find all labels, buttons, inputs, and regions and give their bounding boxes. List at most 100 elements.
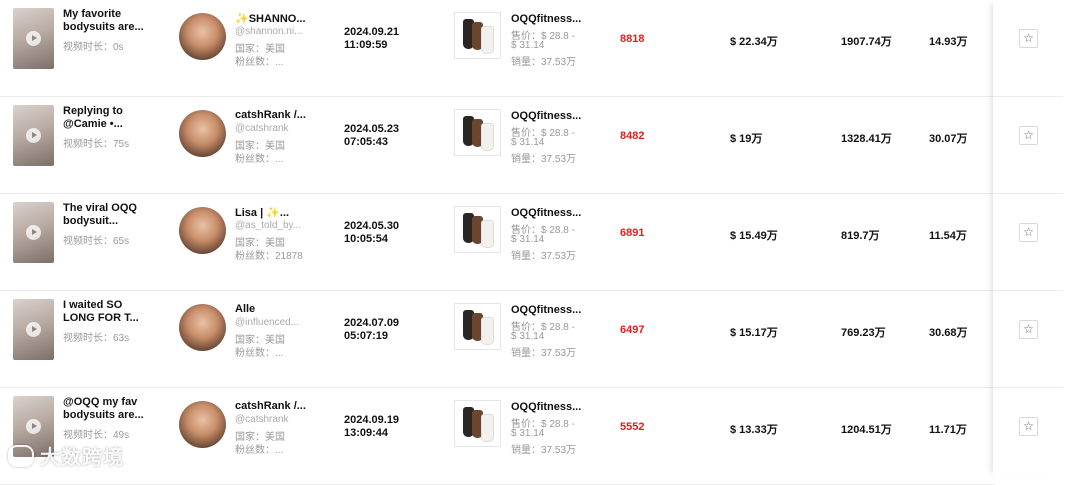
avatar[interactable] (179, 110, 226, 157)
metric-last: 11.71万 (929, 424, 967, 436)
video-thumbnail[interactable] (13, 202, 54, 263)
video-title[interactable]: My favorite bodysuits are... (63, 8, 153, 34)
metric-last: 11.54万 (929, 230, 967, 242)
creator-fans: 粉丝数：... (235, 154, 284, 165)
creator-fans: 粉丝数：... (235, 57, 284, 68)
product-sales: 销量：37.53万 (511, 251, 577, 262)
favorite-star-icon[interactable]: ☆ (1019, 126, 1038, 145)
favorite-star-icon[interactable]: ☆ (1019, 223, 1038, 242)
product-name[interactable]: OQQfitness... (511, 207, 581, 219)
product-sales: 销量：37.53万 (511, 348, 577, 359)
video-duration: 视频时长：0s (63, 42, 124, 53)
table-row[interactable]: My favorite bodysuits are... 视频时长：0s ✨SH… (0, 0, 995, 97)
video-title[interactable]: The viral OQQ bodysuit... (63, 202, 153, 228)
creator-name[interactable]: Alle (235, 303, 315, 315)
metric-views: 1204.51万 (841, 424, 892, 436)
product-image[interactable] (454, 12, 501, 59)
metric-gmv: $ 13.33万 (730, 424, 778, 436)
table-row[interactable]: @OQQ my fav bodysuits are... 视频时长：49s ca… (0, 388, 995, 485)
publish-date: 2024.09.21 (344, 26, 400, 38)
publish-datetime: 2024.09.21 11:09:59 (344, 26, 399, 52)
publish-date: 2024.05.30 (344, 220, 400, 232)
creator-handle: @as_told_by... (235, 220, 302, 231)
play-icon (26, 419, 41, 434)
publish-time: 10:05:54 (344, 233, 389, 245)
video-title[interactable]: @OQQ my fav bodysuits are... (63, 396, 153, 422)
publish-datetime: 2024.05.23 07:05:43 (344, 123, 399, 149)
play-icon (26, 128, 41, 143)
favorite-star-icon[interactable]: ☆ (1019, 29, 1038, 48)
metric-last: 14.93万 (929, 36, 968, 48)
video-duration: 视频时长：65s (63, 236, 130, 247)
metric-red-value: 8482 (620, 130, 645, 142)
product-price-max: $ 31.14 (511, 137, 545, 148)
publish-time: 11:09:59 (344, 39, 388, 51)
favorite-star-icon[interactable]: ☆ (1019, 320, 1038, 339)
metric-red-value: 8818 (620, 33, 645, 45)
product-name[interactable]: OQQfitness... (511, 13, 581, 25)
creator-name[interactable]: ✨SHANNO... (235, 12, 315, 25)
publish-time: 05:07:19 (344, 330, 389, 342)
metric-last: 30.07万 (929, 133, 968, 145)
play-icon (26, 322, 41, 337)
product-image[interactable] (454, 109, 501, 156)
avatar[interactable] (179, 401, 226, 448)
creator-fans: 粉丝数：21878 (235, 251, 303, 262)
creator-fans: 粉丝数：... (235, 348, 284, 359)
metric-last: 30.68万 (929, 327, 968, 339)
metric-red-value: 5552 (620, 421, 645, 433)
table-row[interactable]: Replying to @Camie •... 视频时长：75s catshRa… (0, 97, 995, 194)
product-sales: 销量：37.53万 (511, 57, 577, 68)
video-title[interactable]: I waited SO LONG FOR T... (63, 299, 153, 325)
play-icon (26, 225, 41, 240)
metric-gmv: $ 15.17万 (730, 327, 778, 339)
creator-handle: @influenced... (235, 317, 300, 328)
publish-datetime: 2024.09.19 13:09:44 (344, 414, 399, 440)
avatar[interactable] (179, 207, 226, 254)
video-duration: 视频时长：75s (63, 139, 130, 150)
video-title[interactable]: Replying to @Camie •... (63, 105, 153, 131)
metric-views: 819.7万 (841, 230, 880, 242)
publish-date: 2024.07.09 (344, 317, 400, 329)
metric-red-value: 6891 (620, 227, 645, 239)
creator-name[interactable]: catshRank /... (235, 400, 315, 412)
metric-views: 1907.74万 (841, 36, 892, 48)
product-name[interactable]: OQQfitness... (511, 304, 581, 316)
logo-icon (8, 445, 34, 467)
publish-time: 07:05:43 (344, 136, 389, 148)
video-thumbnail[interactable] (13, 8, 54, 69)
video-thumbnail[interactable] (13, 105, 54, 166)
product-price-max: $ 31.14 (511, 331, 545, 342)
avatar[interactable] (179, 13, 226, 60)
favorite-star-icon[interactable]: ☆ (1019, 417, 1038, 436)
video-duration: 视频时长：49s (63, 430, 130, 441)
product-image[interactable] (454, 303, 501, 350)
creator-name[interactable]: Lisa | ✨... (235, 206, 315, 219)
table-row[interactable]: I waited SO LONG FOR T... 视频时长：63s Alle … (0, 291, 995, 388)
watermark: 大数跨境 (8, 441, 124, 470)
metric-gmv: $ 22.34万 (730, 36, 778, 48)
video-thumbnail[interactable] (13, 299, 54, 360)
creator-handle: @catshrank (235, 414, 289, 425)
video-ranking-table: My favorite bodysuits are... 视频时长：0s ✨SH… (0, 0, 995, 485)
creator-handle: @shannon.ni... (235, 26, 303, 37)
metric-views: 1328.41万 (841, 133, 892, 145)
product-sales: 销量：37.53万 (511, 154, 577, 165)
creator-handle: @catshrank (235, 123, 289, 134)
publish-datetime: 2024.07.09 05:07:19 (344, 317, 399, 343)
play-icon (26, 31, 41, 46)
product-price-max: $ 31.14 (511, 428, 545, 439)
creator-name[interactable]: catshRank /... (235, 109, 315, 121)
metric-gmv: $ 19万 (730, 133, 763, 145)
avatar[interactable] (179, 304, 226, 351)
product-name[interactable]: OQQfitness... (511, 110, 581, 122)
product-image[interactable] (454, 206, 501, 253)
metric-red-value: 6497 (620, 324, 645, 336)
product-image[interactable] (454, 400, 501, 447)
product-sales: 销量：37.53万 (511, 445, 577, 456)
publish-time: 13:09:44 (344, 427, 389, 439)
product-price-max: $ 31.14 (511, 40, 545, 51)
product-name[interactable]: OQQfitness... (511, 401, 581, 413)
metric-views: 769.23万 (841, 327, 886, 339)
table-row[interactable]: The viral OQQ bodysuit... 视频时长：65s Lisa … (0, 194, 995, 291)
